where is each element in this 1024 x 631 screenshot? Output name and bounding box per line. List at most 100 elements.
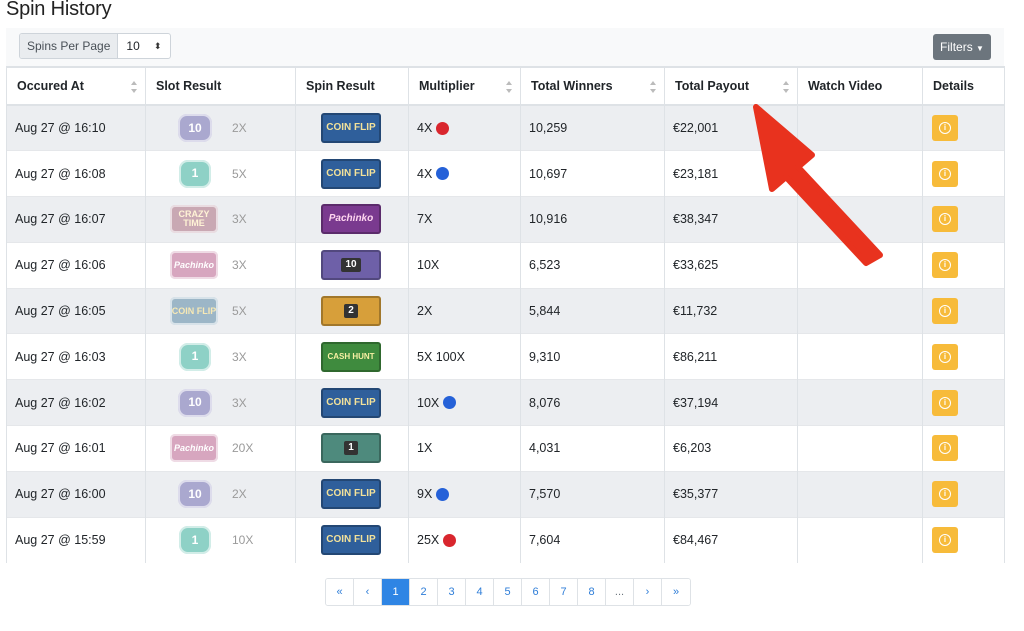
total-winners-cell: 10,697 bbox=[520, 150, 665, 197]
spins-per-page-select[interactable]: 10 ⬍ bbox=[118, 34, 170, 58]
total-winners-cell: 6,523 bbox=[520, 241, 665, 289]
number-1-icon: 1 bbox=[321, 433, 381, 464]
occured-at-cell: Aug 27 @ 16:06 bbox=[6, 241, 146, 289]
details-cell: i bbox=[922, 470, 1005, 518]
column-header-occured-at[interactable]: Occured At bbox=[6, 66, 146, 106]
slot-result-cell: Pachinko 20X bbox=[145, 425, 296, 472]
details-cell: i bbox=[922, 104, 1005, 151]
page-link-8[interactable]: 8 bbox=[578, 579, 606, 605]
details-cell: i bbox=[922, 425, 1005, 472]
slot-1-icon: 1 bbox=[179, 159, 211, 188]
filters-button[interactable]: Filters ▼ bbox=[933, 34, 991, 60]
number-10-icon: 10 bbox=[321, 250, 381, 281]
watch-video-cell bbox=[797, 425, 923, 472]
multiplier-cell: 9X bbox=[408, 470, 521, 518]
slot-result-cell: CRAZY TIME 3X bbox=[145, 196, 296, 243]
multiplier-value: 9X bbox=[417, 487, 433, 502]
spin-number: 2 bbox=[344, 304, 358, 319]
multiplier-cell: 4X bbox=[408, 104, 521, 151]
red-coin-icon bbox=[443, 533, 457, 547]
page-link-6[interactable]: 6 bbox=[522, 579, 550, 605]
info-icon: i bbox=[939, 350, 951, 363]
total-payout-cell: €37,194 bbox=[664, 379, 798, 426]
multiplier-cell: 5X 100X bbox=[408, 333, 521, 380]
details-button[interactable]: i bbox=[932, 298, 958, 325]
details-cell: i bbox=[922, 516, 1005, 563]
slot-multiplier: 2X bbox=[232, 121, 247, 136]
page-link-2[interactable]: 2 bbox=[410, 579, 438, 605]
pagination-ellipsis: ... bbox=[606, 579, 634, 605]
pachinko-icon: Pachinko bbox=[170, 434, 218, 463]
total-winners-cell: 7,604 bbox=[520, 516, 665, 563]
table-row: Aug 27 @ 16:03 1 3X CASH HUNT 5X 100X 9,3… bbox=[6, 333, 1005, 380]
page-link-4[interactable]: 4 bbox=[466, 579, 494, 605]
multiplier-value: 4X bbox=[417, 121, 433, 136]
spin-result-cell: COIN FLIP bbox=[295, 150, 409, 197]
slot-result-cell: 10 3X bbox=[145, 379, 296, 426]
details-button[interactable]: i bbox=[932, 160, 958, 187]
coin-flip-icon: COIN FLIP bbox=[170, 297, 218, 326]
header-label: Details bbox=[933, 79, 974, 93]
slot-result-cell: Pachinko 3X bbox=[145, 241, 296, 289]
total-winners-cell: 8,076 bbox=[520, 379, 665, 426]
details-button[interactable]: i bbox=[932, 115, 958, 142]
first-page-link[interactable]: « bbox=[326, 579, 354, 605]
multiplier-value: 7X bbox=[417, 212, 433, 227]
sort-icon[interactable] bbox=[131, 81, 138, 93]
page-link-5[interactable]: 5 bbox=[494, 579, 522, 605]
next-page-link[interactable]: › bbox=[634, 579, 662, 605]
slot-multiplier: 5X bbox=[232, 166, 247, 181]
details-button[interactable]: i bbox=[932, 343, 958, 370]
spins-per-page-label: Spins Per Page bbox=[20, 34, 119, 58]
blue-coin-icon bbox=[436, 167, 450, 181]
previous-page-link[interactable]: ‹ bbox=[354, 579, 382, 605]
pagination: « ‹ 1 2 3 4 5 6 7 8 ... › » bbox=[325, 578, 691, 606]
details-cell: i bbox=[922, 333, 1005, 380]
slot-10-icon: 10 bbox=[178, 114, 212, 143]
total-winners-cell: 9,310 bbox=[520, 333, 665, 380]
coin-flip-icon: COIN FLIP bbox=[321, 387, 381, 418]
multiplier-cell: 25X bbox=[408, 516, 521, 563]
spins-per-page-control[interactable]: Spins Per Page 10 ⬍ bbox=[19, 33, 172, 59]
column-header-multiplier[interactable]: Multiplier bbox=[408, 66, 521, 106]
details-cell: i bbox=[922, 379, 1005, 426]
slot-multiplier: 5X bbox=[232, 304, 247, 319]
slot-multiplier: 3X bbox=[232, 349, 247, 364]
slot-result-cell: 1 10X bbox=[145, 516, 296, 563]
total-winners-cell: 7,570 bbox=[520, 470, 665, 518]
occured-at-cell: Aug 27 @ 16:02 bbox=[6, 379, 146, 426]
details-button[interactable]: i bbox=[932, 252, 958, 279]
details-button[interactable]: i bbox=[932, 389, 958, 416]
table-row: Aug 27 @ 15:59 1 10X COIN FLIP 25X 7,604 … bbox=[6, 516, 1005, 563]
page-link-7[interactable]: 7 bbox=[550, 579, 578, 605]
multiplier-cell: 4X bbox=[408, 150, 521, 197]
total-payout-cell: €86,211 bbox=[664, 333, 798, 380]
page-link-3[interactable]: 3 bbox=[438, 579, 466, 605]
total-payout-cell: €84,467 bbox=[664, 516, 798, 563]
details-cell: i bbox=[922, 196, 1005, 243]
filters-label: Filters bbox=[940, 40, 973, 54]
sort-icon[interactable] bbox=[650, 81, 657, 93]
page-link-1[interactable]: 1 bbox=[382, 579, 410, 605]
spin-result-cell: CASH HUNT bbox=[295, 333, 409, 380]
column-header-total-winners[interactable]: Total Winners bbox=[520, 66, 665, 106]
header-label: Total Payout bbox=[675, 79, 750, 93]
multiplier-value: 10X bbox=[417, 395, 440, 410]
last-page-link[interactable]: » bbox=[662, 579, 690, 605]
occured-at-cell: Aug 27 @ 15:59 bbox=[6, 516, 146, 563]
coin-flip-icon: COIN FLIP bbox=[321, 158, 381, 189]
sort-icon[interactable] bbox=[783, 81, 790, 93]
details-button[interactable]: i bbox=[932, 206, 958, 233]
details-button[interactable]: i bbox=[932, 481, 958, 508]
details-cell: i bbox=[922, 241, 1005, 289]
details-button[interactable]: i bbox=[932, 527, 958, 554]
sort-icon[interactable] bbox=[506, 81, 513, 93]
slot-multiplier: 3X bbox=[232, 395, 247, 410]
total-winners-cell: 4,031 bbox=[520, 425, 665, 472]
table-row: Aug 27 @ 16:00 10 2X COIN FLIP 9X 7,570 €… bbox=[6, 470, 1005, 518]
details-button[interactable]: i bbox=[932, 435, 958, 462]
spin-result-cell: COIN FLIP bbox=[295, 104, 409, 151]
spin-number: 1 bbox=[344, 441, 358, 456]
annotation-arrow-icon bbox=[753, 104, 883, 266]
multiplier-value: 1X bbox=[417, 441, 433, 456]
